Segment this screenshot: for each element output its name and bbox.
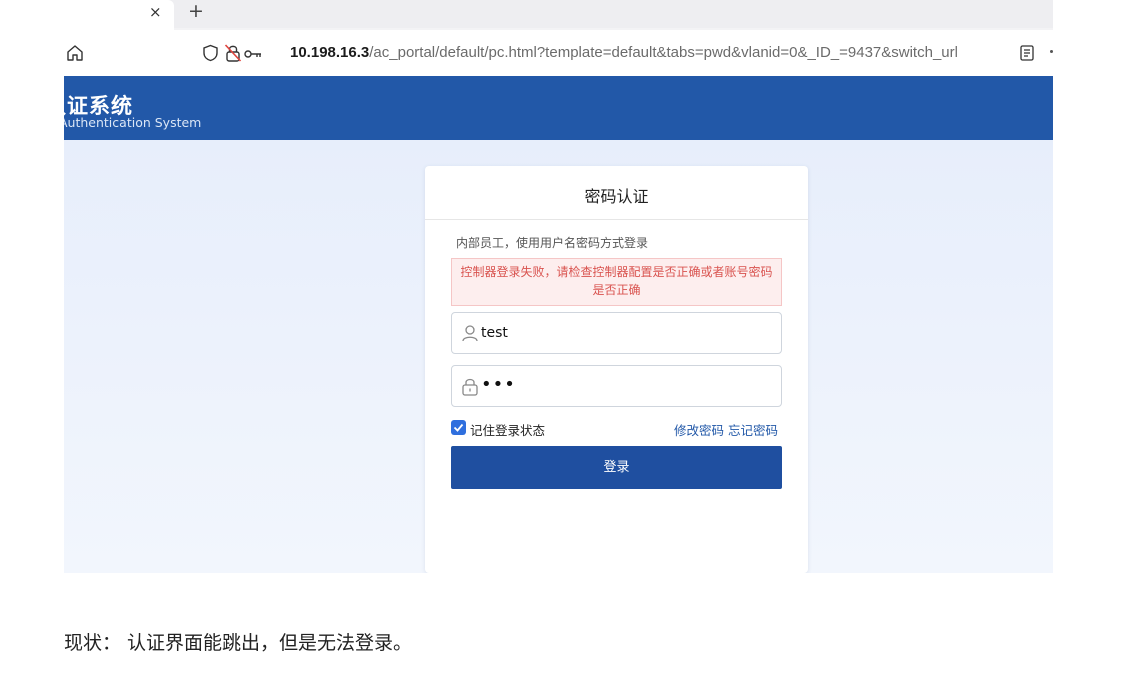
remember-checkbox[interactable] [451,420,466,435]
user-icon [462,325,478,342]
card-title: 密码认证 [584,187,649,206]
lock-icon[interactable] [224,43,242,63]
browser-tab[interactable]: × [64,0,174,30]
password-value: ••• [481,374,516,395]
change-password-link[interactable]: 修改密码 [674,423,724,438]
url-path: /ac_portal/default/pc.html?template=defa… [369,44,958,61]
password-field[interactable]: ••• [451,365,782,407]
caption-text: 现状： 认证界面能跳出，但是无法登录。 [64,632,413,654]
page-body: 密码认证 内部员工，使用用户名密码方式登录 控制器登录失败，请检查控制器配置是否… [64,140,1053,573]
browser-screenshot: × + 10.198.16.3/ac_portal/default/pc.htm… [64,0,1053,573]
padlock-icon [462,378,478,396]
url-fade [954,38,1016,68]
url-host: 10.198.16.3 [290,44,370,61]
check-icon [453,423,464,432]
remember-label: 记住登录状态 [470,423,546,438]
card-divider [425,219,808,220]
header-subtitle: Authentication System [64,115,202,130]
more-menu-icon[interactable] [1050,50,1053,53]
page-header: 认证系统 Authentication System [64,76,1053,140]
login-button[interactable]: 登录 [451,446,782,489]
address-bar: 10.198.16.3/ac_portal/default/pc.html?te… [64,30,1053,76]
tab-close-icon[interactable]: × [149,3,162,21]
key-icon[interactable] [244,49,262,59]
login-hint: 内部员工，使用用户名密码方式登录 [456,236,649,250]
shield-icon[interactable] [202,44,219,62]
username-value: test [481,325,508,341]
forgot-password-link[interactable]: 忘记密码 [728,423,778,438]
account-links: 修改密码 忘记密码 [674,420,778,439]
tab-strip: × + [64,0,1053,30]
url-text[interactable]: 10.198.16.3/ac_portal/default/pc.html?te… [290,44,958,61]
login-card: 密码认证 内部员工，使用用户名密码方式登录 控制器登录失败，请检查控制器配置是否… [425,166,808,573]
new-tab-icon[interactable]: + [188,0,204,22]
error-message: 控制器登录失败，请检查控制器配置是否正确或者账号密码是否正确 [451,258,782,306]
reader-icon[interactable] [1020,45,1034,61]
home-icon[interactable] [66,44,84,62]
username-field[interactable]: test [451,312,782,354]
